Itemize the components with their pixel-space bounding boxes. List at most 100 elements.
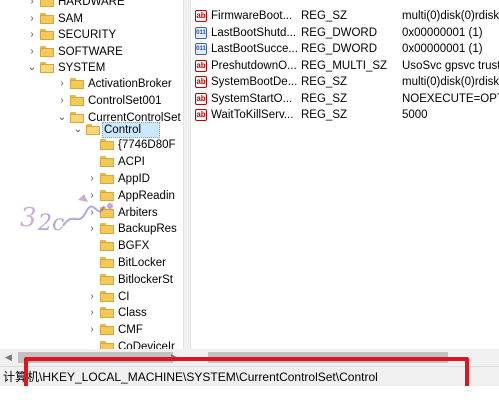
tree-item[interactable]: › CMF bbox=[0, 322, 183, 338]
chevron-right-icon[interactable]: › bbox=[87, 171, 97, 187]
folder-icon bbox=[40, 13, 54, 24]
window-bottom-edge bbox=[0, 386, 499, 400]
chevron-right-icon[interactable] bbox=[87, 255, 97, 271]
folder-icon bbox=[100, 324, 114, 335]
value-name: FirmwareBoot... bbox=[211, 10, 293, 22]
tree-item[interactable]: › SOFTWARE bbox=[0, 44, 183, 60]
value-row[interactable]: 011 LastBootSucce... REG_DWORD 0x00000001 (… bbox=[191, 41, 499, 57]
tree-item[interactable]: ACPI bbox=[0, 154, 183, 170]
value-data: multi(0)disk(0)rdisk bbox=[402, 10, 499, 22]
folder-icon bbox=[40, 0, 54, 7]
binary-value-icon: 011 bbox=[195, 43, 207, 55]
registry-values-pane[interactable]: ab FirmwareBoot... REG_SZ multi(0)disk(0)rd… bbox=[191, 0, 499, 349]
folder-icon bbox=[86, 124, 100, 135]
tree-item[interactable]: › Class bbox=[0, 305, 183, 321]
chevron-right-icon[interactable]: › bbox=[27, 44, 37, 60]
value-type: REG_SZ bbox=[301, 76, 348, 88]
value-name: LastBootSucce... bbox=[211, 43, 298, 55]
folder-icon bbox=[100, 173, 114, 184]
value-name: SystemBootDe... bbox=[211, 76, 298, 88]
chevron-down-icon[interactable]: ⌄ bbox=[73, 122, 83, 138]
tree-item-label[interactable]: BitlockerSt bbox=[118, 272, 173, 288]
folder-icon bbox=[100, 257, 114, 268]
value-data: 0x00000001 (1) bbox=[402, 43, 483, 55]
value-row[interactable]: ab WaitToKillServ... REG_SZ 5000 bbox=[191, 107, 499, 123]
folder-icon bbox=[100, 139, 114, 150]
value-data: NOEXECUTE=OPTI bbox=[402, 92, 499, 105]
string-value-icon: ab bbox=[195, 10, 207, 22]
tree-item[interactable]: BitlockerSt bbox=[0, 272, 183, 288]
folder-icon bbox=[100, 307, 114, 318]
tree-item-label[interactable]: SECURITY bbox=[58, 27, 116, 43]
folder-icon bbox=[40, 62, 54, 73]
value-row[interactable]: ab FirmwareBoot... REG_SZ multi(0)disk(0)rd… bbox=[191, 8, 499, 24]
tree-item[interactable]: › CI bbox=[0, 289, 183, 305]
tree-item-label[interactable]: Class bbox=[118, 305, 147, 321]
tree-item[interactable]: ⌄ SYSTEM bbox=[0, 60, 183, 76]
tree-item-label[interactable]: ACPI bbox=[118, 154, 145, 170]
chevron-right-icon[interactable] bbox=[87, 272, 97, 288]
tree-item-label[interactable]: SOFTWARE bbox=[58, 44, 123, 60]
value-name: PreshutdownO... bbox=[211, 59, 297, 72]
tree-item-label[interactable]: SAM bbox=[58, 11, 83, 27]
folder-icon bbox=[100, 291, 114, 302]
chevron-right-icon[interactable]: › bbox=[87, 305, 97, 321]
tree-item-label[interactable]: BitLocker bbox=[118, 255, 166, 271]
chevron-right-icon[interactable]: › bbox=[27, 11, 37, 27]
folder-icon bbox=[100, 341, 114, 349]
chevron-right-icon[interactable] bbox=[87, 137, 97, 153]
value-data: multi(0)disk(0)rdisk bbox=[402, 76, 499, 88]
chevron-down-icon[interactable]: ⌄ bbox=[27, 60, 37, 76]
value-name: LastBootShutd... bbox=[211, 26, 297, 39]
value-row[interactable]: ab PreshutdownO... REG_MULTI_SZ UsoSvc gpsv… bbox=[191, 58, 499, 74]
tree-item-label[interactable]: ControlSet001 bbox=[88, 93, 162, 109]
tree-item-label[interactable]: {7746D80F bbox=[118, 137, 176, 153]
tree-item[interactable]: › AppID bbox=[0, 171, 183, 187]
tree-item-label[interactable]: AppID bbox=[118, 171, 150, 187]
value-row[interactable]: ab SystemStartO... REG_SZ NOEXECUTE=OPTI bbox=[191, 91, 499, 107]
scroll-left-arrow-icon[interactable]: ◀ bbox=[0, 349, 17, 366]
pane-splitter[interactable] bbox=[183, 0, 191, 349]
folder-icon bbox=[70, 78, 84, 89]
tree-item-label[interactable]: CI bbox=[118, 289, 130, 305]
tree-item-label[interactable]: HARDWARE bbox=[58, 0, 125, 10]
tree-item-label[interactable]: SYSTEM bbox=[58, 60, 105, 76]
string-value-icon: ab bbox=[195, 109, 207, 121]
chevron-right-icon[interactable] bbox=[87, 339, 97, 349]
value-data: UsoSvc gpsvc trust bbox=[402, 59, 499, 72]
tree-item[interactable]: CoDeviceIr bbox=[0, 339, 183, 349]
value-name: SystemStartO... bbox=[211, 92, 293, 105]
value-row[interactable]: ab SystemBootDe... REG_SZ multi(0)disk(0)rd… bbox=[191, 74, 499, 90]
folder-icon bbox=[100, 156, 114, 167]
registry-tree-pane[interactable]: › HARDWARE › SAM › SECURITY › SOFTWARE ⌄ SYSTEM › A… bbox=[0, 0, 183, 349]
value-type: REG_DWORD bbox=[301, 43, 378, 55]
chevron-right-icon[interactable]: › bbox=[87, 289, 97, 305]
folder-icon bbox=[70, 95, 84, 106]
chevron-right-icon[interactable]: › bbox=[57, 76, 67, 92]
tree-item-label[interactable]: Control bbox=[104, 122, 141, 138]
tree-item[interactable]: › ControlSet001 bbox=[0, 93, 183, 109]
tree-item-label[interactable]: CMF bbox=[118, 322, 143, 338]
string-value-icon: ab bbox=[195, 92, 207, 105]
tree-item[interactable]: BitLocker bbox=[0, 255, 183, 271]
chevron-right-icon[interactable]: › bbox=[87, 322, 97, 338]
chevron-right-icon[interactable] bbox=[87, 154, 97, 170]
tree-item-label[interactable]: CoDeviceIr bbox=[118, 339, 175, 349]
string-value-icon: ab bbox=[195, 76, 207, 88]
svg-text:3: 3 bbox=[20, 203, 37, 233]
chevron-right-icon[interactable]: › bbox=[57, 93, 67, 109]
value-type: REG_DWORD bbox=[301, 26, 378, 39]
tree-item[interactable]: › SAM bbox=[0, 11, 183, 27]
tree-item[interactable]: › ActivationBroker bbox=[0, 76, 183, 92]
tree-item[interactable]: ⌄ Control bbox=[0, 122, 183, 138]
value-data: 0x00000001 (1) bbox=[402, 26, 483, 39]
chevron-right-icon[interactable]: › bbox=[27, 27, 37, 43]
tree-item[interactable]: › HARDWARE bbox=[0, 0, 183, 10]
value-row[interactable]: 011 LastBootShutd... REG_DWORD 0x00000001 (… bbox=[191, 25, 499, 41]
tree-item[interactable]: {7746D80F bbox=[0, 137, 183, 153]
value-type: REG_SZ bbox=[301, 10, 348, 22]
watermark-logo: 3 2c bbox=[20, 194, 113, 236]
chevron-right-icon[interactable]: › bbox=[27, 0, 37, 10]
tree-item[interactable]: › SECURITY bbox=[0, 27, 183, 43]
tree-item-label[interactable]: ActivationBroker bbox=[88, 76, 172, 92]
